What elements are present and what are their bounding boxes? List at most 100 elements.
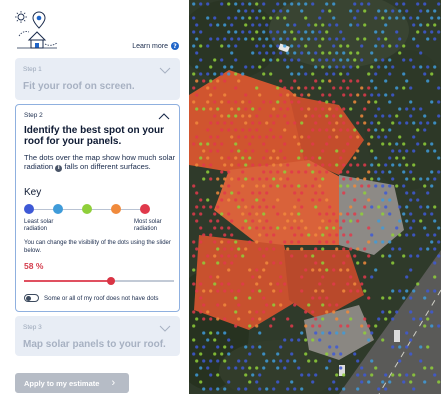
slider-thumb[interactable] xyxy=(107,277,115,285)
radiation-dot xyxy=(244,149,248,153)
radiation-dot xyxy=(367,72,371,76)
radiation-dot xyxy=(374,128,378,132)
radiation-dot xyxy=(405,233,409,237)
radiation-dot xyxy=(276,16,280,20)
radiation-dot xyxy=(206,2,210,6)
chevron-down-icon[interactable] xyxy=(159,65,171,75)
radiation-dot xyxy=(202,163,206,167)
radiation-dot xyxy=(318,114,322,118)
radiation-dot xyxy=(437,380,441,384)
radiation-dot xyxy=(314,107,318,111)
radiation-dot xyxy=(230,191,234,195)
radiation-dot xyxy=(412,135,416,139)
radiation-dot xyxy=(412,317,416,321)
radiation-dot xyxy=(370,51,374,55)
radiation-dot xyxy=(300,65,304,69)
radiation-dot xyxy=(234,324,238,328)
radiation-dot xyxy=(335,51,339,55)
radiation-dot xyxy=(349,289,353,293)
radiation-dot xyxy=(290,380,294,384)
radiation-dot xyxy=(227,170,231,174)
radiation-dot xyxy=(377,163,381,167)
radiation-dot xyxy=(244,9,248,13)
radiation-dot xyxy=(346,310,350,314)
radiation-dot xyxy=(262,198,266,202)
apply-to-estimate-button[interactable]: Apply to my estimate › xyxy=(15,373,129,393)
radiation-dot xyxy=(213,352,217,356)
radiation-dot xyxy=(272,317,276,321)
radiation-dot xyxy=(209,233,213,237)
chevron-up-icon[interactable] xyxy=(158,111,170,121)
radiation-dot xyxy=(290,86,294,90)
radiation-dot xyxy=(402,296,406,300)
visibility-instructions: You can change the visibility of the dot… xyxy=(24,240,171,254)
radiation-dot xyxy=(237,387,241,391)
radiation-dot xyxy=(286,387,290,391)
radiation-dot xyxy=(199,352,203,356)
radiation-dot xyxy=(269,100,273,104)
radiation-dot xyxy=(262,44,266,48)
radiation-dot xyxy=(321,93,325,97)
radiation-dot xyxy=(374,184,378,188)
radiation-dot xyxy=(237,177,241,181)
radiation-dot xyxy=(199,296,203,300)
radiation-dot xyxy=(290,170,294,174)
radiation-dot xyxy=(209,107,213,111)
radiation-dot xyxy=(248,240,252,244)
radiation-dot xyxy=(262,296,266,300)
step-1-label: Step 1 xyxy=(23,66,42,73)
radiation-dot xyxy=(227,198,231,202)
radiation-dot xyxy=(283,212,287,216)
radiation-dot xyxy=(206,366,210,370)
radiation-dot xyxy=(227,338,231,342)
radiation-dot xyxy=(290,30,294,34)
radiation-dot xyxy=(339,72,343,76)
radiation-dot xyxy=(325,30,329,34)
radiation-dot xyxy=(220,142,224,146)
radiation-dot xyxy=(223,317,227,321)
step-3-card[interactable]: Step 3 Map solar panels to your roof. xyxy=(15,316,180,356)
radiation-dot xyxy=(395,156,399,160)
radiation-dot xyxy=(367,338,371,342)
radiation-dot xyxy=(223,177,227,181)
dot-visibility-slider[interactable] xyxy=(24,275,174,287)
radiation-dot xyxy=(360,44,364,48)
radiation-dot xyxy=(209,317,213,321)
radiation-dot xyxy=(304,2,308,6)
radiation-dot xyxy=(391,177,395,181)
radiation-dot xyxy=(342,51,346,55)
radiation-dot xyxy=(297,44,301,48)
radiation-dot xyxy=(363,205,367,209)
radiation-dot xyxy=(430,72,434,76)
radiation-dot xyxy=(370,93,374,97)
radiation-dot xyxy=(426,65,430,69)
radiation-dot xyxy=(349,23,353,27)
chevron-down-icon[interactable] xyxy=(159,323,171,333)
step-1-card[interactable]: Step 1 Fit your roof on screen. xyxy=(15,58,180,100)
radiation-dot xyxy=(241,254,245,258)
no-dots-toggle[interactable] xyxy=(24,294,39,302)
learn-more-link[interactable]: Learn more ? xyxy=(132,42,179,50)
key-dot xyxy=(111,204,121,214)
radiation-dot xyxy=(251,219,255,223)
radiation-dot xyxy=(237,289,241,293)
radiation-dot xyxy=(433,219,437,223)
radiation-dot xyxy=(437,16,441,20)
radiation-dot xyxy=(237,135,241,139)
radiation-dot xyxy=(416,198,420,202)
radiation-dot xyxy=(346,184,350,188)
radiation-dot xyxy=(374,72,378,76)
radiation-dot xyxy=(409,254,413,258)
radiation-dot xyxy=(346,240,350,244)
radiation-dot xyxy=(370,79,374,83)
radiation-dot xyxy=(272,149,276,153)
radiation-dot xyxy=(370,65,374,69)
radiation-dot xyxy=(297,170,301,174)
satellite-map[interactable] xyxy=(189,0,441,394)
radiation-dot xyxy=(332,114,336,118)
radiation-dot xyxy=(314,261,318,265)
radiation-dot xyxy=(321,79,325,83)
radiation-dot xyxy=(412,107,416,111)
radiation-dot xyxy=(209,275,213,279)
radiation-dot xyxy=(419,345,423,349)
